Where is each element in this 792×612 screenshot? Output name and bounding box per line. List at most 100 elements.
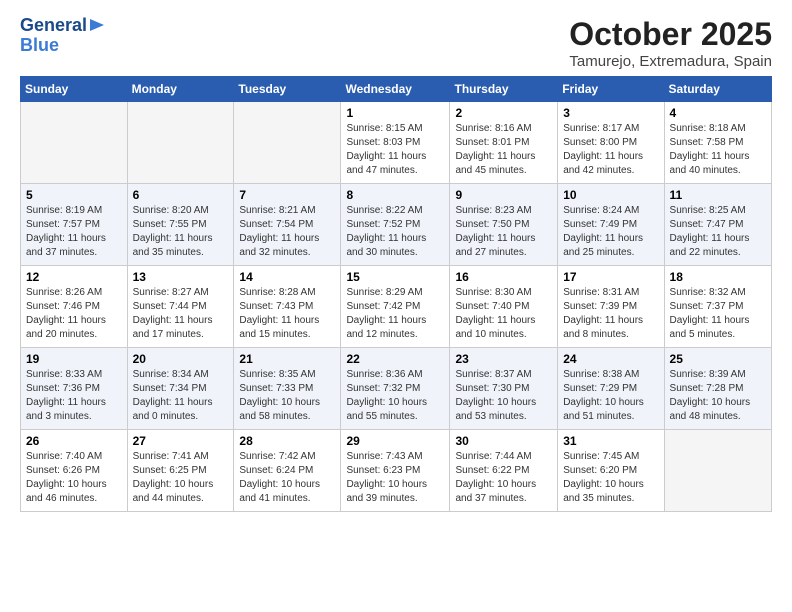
header-friday: Friday xyxy=(558,77,664,102)
table-row: 28 Sunrise: 7:42 AM Sunset: 6:24 PM Dayli… xyxy=(234,430,341,512)
day-info: Sunrise: 7:41 AM Sunset: 6:25 PM Dayligh… xyxy=(133,450,229,506)
day-number: 26 xyxy=(26,434,122,448)
header-sunday: Sunday xyxy=(21,77,128,102)
day-number: 10 xyxy=(563,188,658,202)
month-title: October 2025 xyxy=(569,16,772,53)
day-info: Sunrise: 7:40 AM Sunset: 6:26 PM Dayligh… xyxy=(26,450,122,506)
day-number: 2 xyxy=(455,106,552,120)
calendar-week-row: 1Sunrise: 8:15 AM Sunset: 8:03 PM Daylig… xyxy=(21,102,772,184)
day-number: 9 xyxy=(455,188,552,202)
day-number: 22 xyxy=(346,352,444,366)
table-row: 20 Sunrise: 8:34 AM Sunset: 7:34 PM Dayli… xyxy=(127,348,234,430)
day-info: Sunrise: 8:15 AM Sunset: 8:03 PM Dayligh… xyxy=(346,122,444,178)
day-info: Sunrise: 8:34 AM Sunset: 7:34 PM Dayligh… xyxy=(133,368,229,424)
day-number: 25 xyxy=(670,352,766,366)
title-section: October 2025 Tamurejo, Extremadura, Spai… xyxy=(569,16,772,70)
day-info: Sunrise: 7:45 AM Sunset: 6:20 PM Dayligh… xyxy=(563,450,658,506)
day-info: Sunrise: 8:38 AM Sunset: 7:29 PM Dayligh… xyxy=(563,368,658,424)
table-row: 18 Sunrise: 8:32 AM Sunset: 7:37 PM Dayli… xyxy=(664,266,771,348)
day-number: 31 xyxy=(563,434,658,448)
table-row: 27 Sunrise: 7:41 AM Sunset: 6:25 PM Dayli… xyxy=(127,430,234,512)
table-row: 22 Sunrise: 8:36 AM Sunset: 7:32 PM Dayli… xyxy=(341,348,450,430)
table-row xyxy=(234,102,341,184)
table-row: 13 Sunrise: 8:27 AM Sunset: 7:44 PM Dayli… xyxy=(127,266,234,348)
day-info: Sunrise: 8:30 AM Sunset: 7:40 PM Dayligh… xyxy=(455,286,552,342)
day-number: 7 xyxy=(239,188,335,202)
table-row: 12 Sunrise: 8:26 AM Sunset: 7:46 PM Dayli… xyxy=(21,266,128,348)
table-row: 1Sunrise: 8:15 AM Sunset: 8:03 PM Daylig… xyxy=(341,102,450,184)
day-number: 28 xyxy=(239,434,335,448)
table-row: 9 Sunrise: 8:23 AM Sunset: 7:50 PM Daylig… xyxy=(450,184,558,266)
logo-arrow-icon xyxy=(90,17,106,33)
table-row: 19 Sunrise: 8:33 AM Sunset: 7:36 PM Dayli… xyxy=(21,348,128,430)
header: General Blue October 2025 Tamurejo, Extr… xyxy=(20,16,772,70)
calendar-week-row: 5Sunrise: 8:19 AM Sunset: 7:57 PM Daylig… xyxy=(21,184,772,266)
table-row: 3 Sunrise: 8:17 AM Sunset: 8:00 PM Daylig… xyxy=(558,102,664,184)
table-row: 16Sunrise: 8:30 AM Sunset: 7:40 PM Dayli… xyxy=(450,266,558,348)
day-number: 27 xyxy=(133,434,229,448)
day-number: 5 xyxy=(26,188,122,202)
day-number: 20 xyxy=(133,352,229,366)
day-number: 29 xyxy=(346,434,444,448)
day-info: Sunrise: 8:21 AM Sunset: 7:54 PM Dayligh… xyxy=(239,204,335,260)
day-info: Sunrise: 8:26 AM Sunset: 7:46 PM Dayligh… xyxy=(26,286,122,342)
day-number: 11 xyxy=(670,188,766,202)
table-row: 30 Sunrise: 7:44 AM Sunset: 6:22 PM Dayli… xyxy=(450,430,558,512)
day-number: 19 xyxy=(26,352,122,366)
day-info: Sunrise: 8:31 AM Sunset: 7:39 PM Dayligh… xyxy=(563,286,658,342)
table-row: 7 Sunrise: 8:21 AM Sunset: 7:54 PM Daylig… xyxy=(234,184,341,266)
table-row: 2Sunrise: 8:16 AM Sunset: 8:01 PM Daylig… xyxy=(450,102,558,184)
day-number: 18 xyxy=(670,270,766,284)
calendar-week-row: 19 Sunrise: 8:33 AM Sunset: 7:36 PM Dayli… xyxy=(21,348,772,430)
header-wednesday: Wednesday xyxy=(341,77,450,102)
day-info: Sunrise: 7:43 AM Sunset: 6:23 PM Dayligh… xyxy=(346,450,444,506)
day-number: 3 xyxy=(563,106,658,120)
table-row: 24 Sunrise: 8:38 AM Sunset: 7:29 PM Dayli… xyxy=(558,348,664,430)
header-tuesday: Tuesday xyxy=(234,77,341,102)
day-info: Sunrise: 8:23 AM Sunset: 7:50 PM Dayligh… xyxy=(455,204,552,260)
day-info: Sunrise: 8:37 AM Sunset: 7:30 PM Dayligh… xyxy=(455,368,552,424)
table-row: 10 Sunrise: 8:24 AM Sunset: 7:49 PM Dayli… xyxy=(558,184,664,266)
day-info: Sunrise: 8:27 AM Sunset: 7:44 PM Dayligh… xyxy=(133,286,229,342)
table-row: 31 Sunrise: 7:45 AM Sunset: 6:20 PM Dayli… xyxy=(558,430,664,512)
day-number: 12 xyxy=(26,270,122,284)
table-row: 5Sunrise: 8:19 AM Sunset: 7:57 PM Daylig… xyxy=(21,184,128,266)
table-row: 23Sunrise: 8:37 AM Sunset: 7:30 PM Dayli… xyxy=(450,348,558,430)
calendar-table: Sunday Monday Tuesday Wednesday Thursday… xyxy=(20,76,772,512)
day-info: Sunrise: 8:33 AM Sunset: 7:36 PM Dayligh… xyxy=(26,368,122,424)
logo: General Blue xyxy=(20,16,106,56)
calendar-header-row: Sunday Monday Tuesday Wednesday Thursday… xyxy=(21,77,772,102)
day-number: 4 xyxy=(670,106,766,120)
day-info: Sunrise: 8:32 AM Sunset: 7:37 PM Dayligh… xyxy=(670,286,766,342)
day-info: Sunrise: 8:35 AM Sunset: 7:33 PM Dayligh… xyxy=(239,368,335,424)
day-number: 15 xyxy=(346,270,444,284)
day-info: Sunrise: 8:17 AM Sunset: 8:00 PM Dayligh… xyxy=(563,122,658,178)
main-container: General Blue October 2025 Tamurejo, Extr… xyxy=(0,0,792,522)
day-info: Sunrise: 8:25 AM Sunset: 7:47 PM Dayligh… xyxy=(670,204,766,260)
day-info: Sunrise: 7:42 AM Sunset: 6:24 PM Dayligh… xyxy=(239,450,335,506)
location: Tamurejo, Extremadura, Spain xyxy=(569,53,772,70)
day-info: Sunrise: 8:36 AM Sunset: 7:32 PM Dayligh… xyxy=(346,368,444,424)
table-row xyxy=(127,102,234,184)
logo-text: General xyxy=(20,16,87,36)
table-row: 26 Sunrise: 7:40 AM Sunset: 6:26 PM Dayli… xyxy=(21,430,128,512)
day-number: 13 xyxy=(133,270,229,284)
table-row: 25 Sunrise: 8:39 AM Sunset: 7:28 PM Dayli… xyxy=(664,348,771,430)
day-info: Sunrise: 8:20 AM Sunset: 7:55 PM Dayligh… xyxy=(133,204,229,260)
day-number: 8 xyxy=(346,188,444,202)
day-info: Sunrise: 7:44 AM Sunset: 6:22 PM Dayligh… xyxy=(455,450,552,506)
day-number: 30 xyxy=(455,434,552,448)
day-number: 24 xyxy=(563,352,658,366)
calendar-week-row: 26 Sunrise: 7:40 AM Sunset: 6:26 PM Dayli… xyxy=(21,430,772,512)
table-row: 4 Sunrise: 8:18 AM Sunset: 7:58 PM Daylig… xyxy=(664,102,771,184)
day-info: Sunrise: 8:29 AM Sunset: 7:42 PM Dayligh… xyxy=(346,286,444,342)
day-info: Sunrise: 8:24 AM Sunset: 7:49 PM Dayligh… xyxy=(563,204,658,260)
table-row: 11 Sunrise: 8:25 AM Sunset: 7:47 PM Dayli… xyxy=(664,184,771,266)
day-info: Sunrise: 8:18 AM Sunset: 7:58 PM Dayligh… xyxy=(670,122,766,178)
day-info: Sunrise: 8:39 AM Sunset: 7:28 PM Dayligh… xyxy=(670,368,766,424)
calendar-week-row: 12 Sunrise: 8:26 AM Sunset: 7:46 PM Dayli… xyxy=(21,266,772,348)
day-info: Sunrise: 8:22 AM Sunset: 7:52 PM Dayligh… xyxy=(346,204,444,260)
day-number: 17 xyxy=(563,270,658,284)
table-row xyxy=(664,430,771,512)
table-row xyxy=(21,102,128,184)
